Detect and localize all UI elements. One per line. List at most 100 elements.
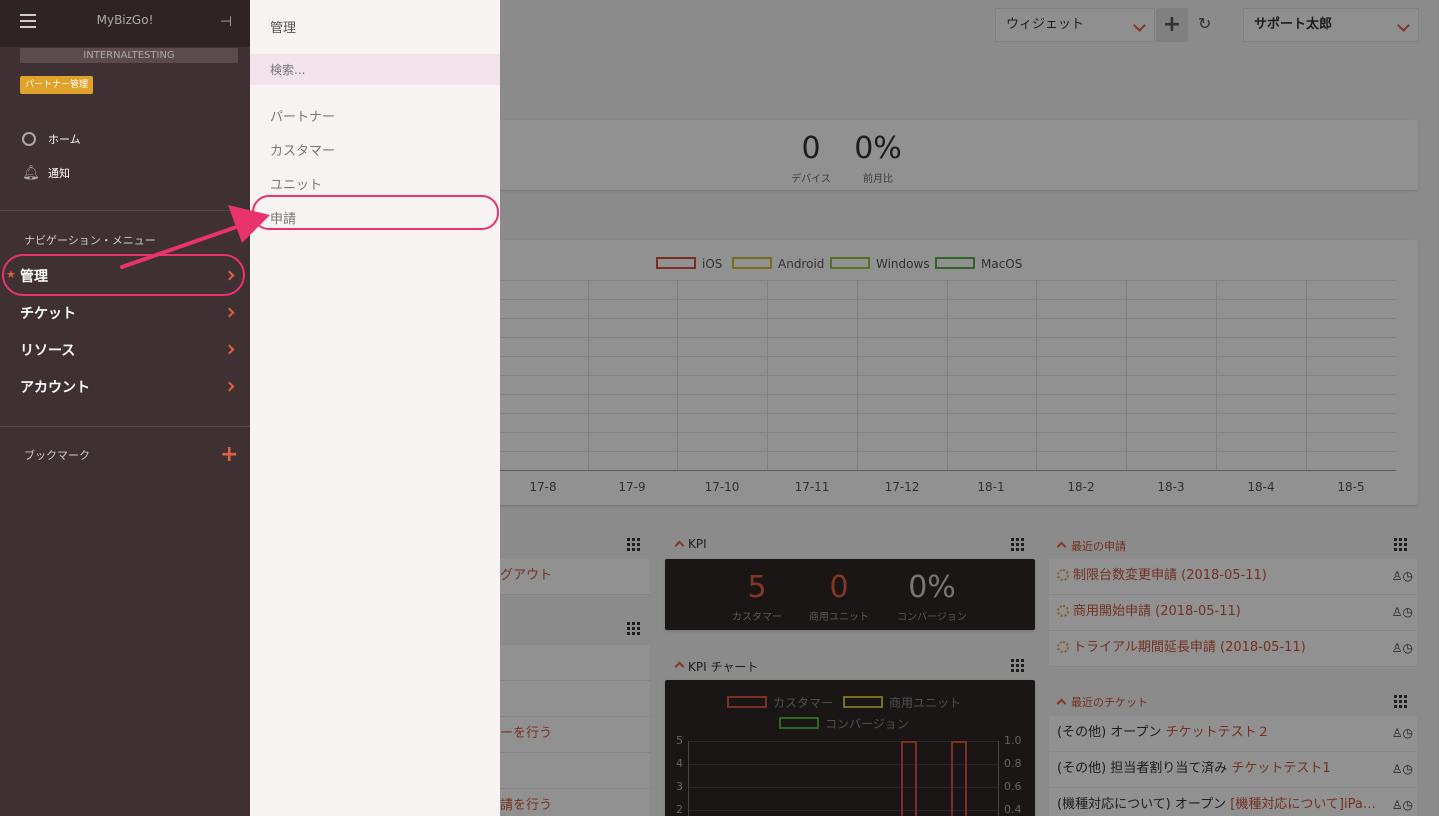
user-clock-icon: ♙◷ — [1388, 716, 1413, 750]
submenu-title: 管理 — [270, 21, 297, 36]
bar — [901, 741, 917, 816]
grid-menu-icon[interactable] — [627, 538, 640, 551]
add-widget-button[interactable]: + — [1156, 8, 1188, 42]
submenu-search-box[interactable] — [250, 54, 500, 85]
grid-menu-icon[interactable] — [1011, 659, 1024, 672]
list-item[interactable]: グアウト — [500, 559, 650, 595]
collapse-icon[interactable] — [1056, 698, 1067, 709]
y-tick-label: 4 — [676, 757, 683, 770]
grid-line — [857, 280, 858, 470]
submenu-search-input[interactable] — [270, 54, 490, 85]
x-tick-label: 18-5 — [1337, 480, 1365, 494]
list-item[interactable]: トライアル期間延長申請 (2018-05-11) ♙◷ — [1049, 631, 1417, 667]
grid-line — [500, 394, 1396, 395]
ticket-status: (その他) 担当者割り当て済み — [1057, 761, 1232, 776]
collapse-icon[interactable] — [1056, 541, 1067, 552]
list-item[interactable]: (機種対応について) オープン [機種対応について]iPa… ♙◷ — [1049, 788, 1417, 816]
recent-tickets-title: 最近のチケット — [1071, 696, 1148, 709]
highlight-application — [252, 195, 499, 230]
grid-menu-icon[interactable] — [1394, 538, 1407, 551]
list-item[interactable]: 商用開始申請 (2018-05-11) ♙◷ — [1049, 595, 1417, 631]
kpi-customers-label: カスタマー — [732, 612, 782, 623]
pending-icon — [1057, 605, 1069, 617]
bookmark-heading: ブックマーク — [24, 449, 90, 462]
user-clock-icon: ♙◷ — [1391, 569, 1413, 583]
legend-label: iOS — [702, 257, 723, 271]
list-item[interactable] — [500, 753, 650, 789]
partner-badge: パートナー管理 — [20, 76, 94, 94]
pin-icon[interactable]: ⊣ — [220, 14, 232, 30]
grid-line — [500, 451, 1396, 452]
sidebar-item-tickets[interactable]: チケット — [20, 303, 76, 323]
grid-line — [500, 299, 1396, 300]
user-clock-icon: ♙◷ — [1391, 641, 1413, 655]
sidebar-item-account[interactable]: アカウント — [20, 377, 90, 397]
list-item[interactable]: 制限台数変更申請 (2018-05-11) ♙◷ — [1049, 559, 1417, 595]
kpi-conversion-label: コンバージョン — [897, 612, 967, 623]
application-link[interactable]: 制限台数変更申請 (2018-05-11) — [1073, 568, 1267, 583]
divider — [0, 426, 250, 427]
ticket-status: (機種対応について) オープン — [1057, 797, 1231, 812]
legend-label: Windows — [876, 257, 930, 271]
kpi-conversion-value: 0% — [908, 570, 956, 605]
list-item[interactable]: 請を行う — [500, 789, 650, 816]
add-bookmark-icon[interactable]: + — [220, 442, 238, 467]
list-item[interactable]: (その他) 担当者割り当て済み チケットテスト1 ♙◷ — [1049, 752, 1417, 788]
x-tick-label: 18-1 — [977, 480, 1005, 494]
grid-menu-icon[interactable] — [1011, 538, 1024, 551]
list-item[interactable] — [500, 645, 650, 681]
grid-menu-icon[interactable] — [1394, 695, 1407, 708]
brand-name: MyBizGo! — [96, 13, 154, 27]
application-link[interactable]: トライアル期間延長申請 (2018-05-11) — [1073, 640, 1306, 655]
user-select[interactable]: サポート太郎 — [1243, 8, 1419, 42]
x-axis-line — [500, 470, 1396, 471]
chevron-right-icon — [224, 344, 235, 355]
mom-label: 前月比 — [863, 174, 893, 185]
list-item[interactable]: (その他) オープン チケットテスト２ ♙◷ — [1049, 716, 1417, 752]
ticket-status: (その他) オープン — [1057, 725, 1166, 740]
widget-select[interactable]: ウィジェット — [995, 8, 1155, 42]
sidebar-item-resources[interactable]: リソース — [20, 340, 75, 360]
grid-line — [1306, 280, 1307, 470]
pending-icon — [1057, 641, 1069, 653]
grid-line — [767, 280, 768, 470]
chevron-right-icon — [224, 381, 235, 392]
list-item[interactable] — [500, 681, 650, 717]
x-tick-label: 17-10 — [704, 480, 740, 494]
x-tick-label: 17-9 — [618, 480, 646, 494]
collapse-icon[interactable] — [674, 540, 685, 551]
refresh-icon[interactable]: ↻ — [1198, 14, 1211, 33]
legend-swatch — [656, 257, 696, 269]
collapse-icon[interactable] — [674, 661, 685, 672]
grid-line — [947, 280, 948, 470]
legend-label: MacOS — [981, 257, 1023, 271]
grid-line — [588, 280, 589, 470]
chevron-right-icon — [224, 307, 235, 318]
y-axis-line — [688, 741, 689, 816]
legend-label: 商用ユニット — [889, 696, 962, 710]
sidebar-item-home[interactable]: ホーム — [48, 131, 81, 147]
sidebar-item-notifications[interactable]: 通知 — [48, 165, 70, 181]
grid-line — [500, 375, 1396, 376]
legend-swatch — [935, 257, 975, 269]
grid-menu-icon[interactable] — [627, 622, 640, 635]
grid-line — [500, 432, 1396, 433]
y-tick-label: 5 — [676, 734, 683, 747]
ticket-link[interactable]: [機種対応について]iPa… — [1230, 797, 1376, 812]
grid-line — [500, 318, 1396, 319]
submenu-item-unit[interactable]: ユニット — [270, 174, 322, 193]
x-tick-label: 18-3 — [1157, 480, 1185, 494]
kpi-chart-title: KPI チャート — [688, 660, 759, 674]
mom-value: 0% — [854, 131, 902, 166]
ticket-link[interactable]: チケットテスト1 — [1231, 761, 1330, 776]
application-link[interactable]: 商用開始申請 (2018-05-11) — [1073, 604, 1241, 619]
ticket-link[interactable]: チケットテスト２ — [1166, 725, 1270, 740]
submenu-item-partner[interactable]: パートナー — [270, 106, 335, 125]
y-axis-line — [998, 741, 999, 816]
widget-select-value: ウィジェット — [1006, 17, 1085, 32]
submenu-item-customer[interactable]: カスタマー — [270, 140, 335, 159]
list-item[interactable]: ーを行う — [500, 717, 650, 753]
grid-line — [500, 337, 1396, 338]
devices-value: 0 — [801, 131, 821, 166]
legend-label: コンバージョン — [825, 717, 909, 731]
